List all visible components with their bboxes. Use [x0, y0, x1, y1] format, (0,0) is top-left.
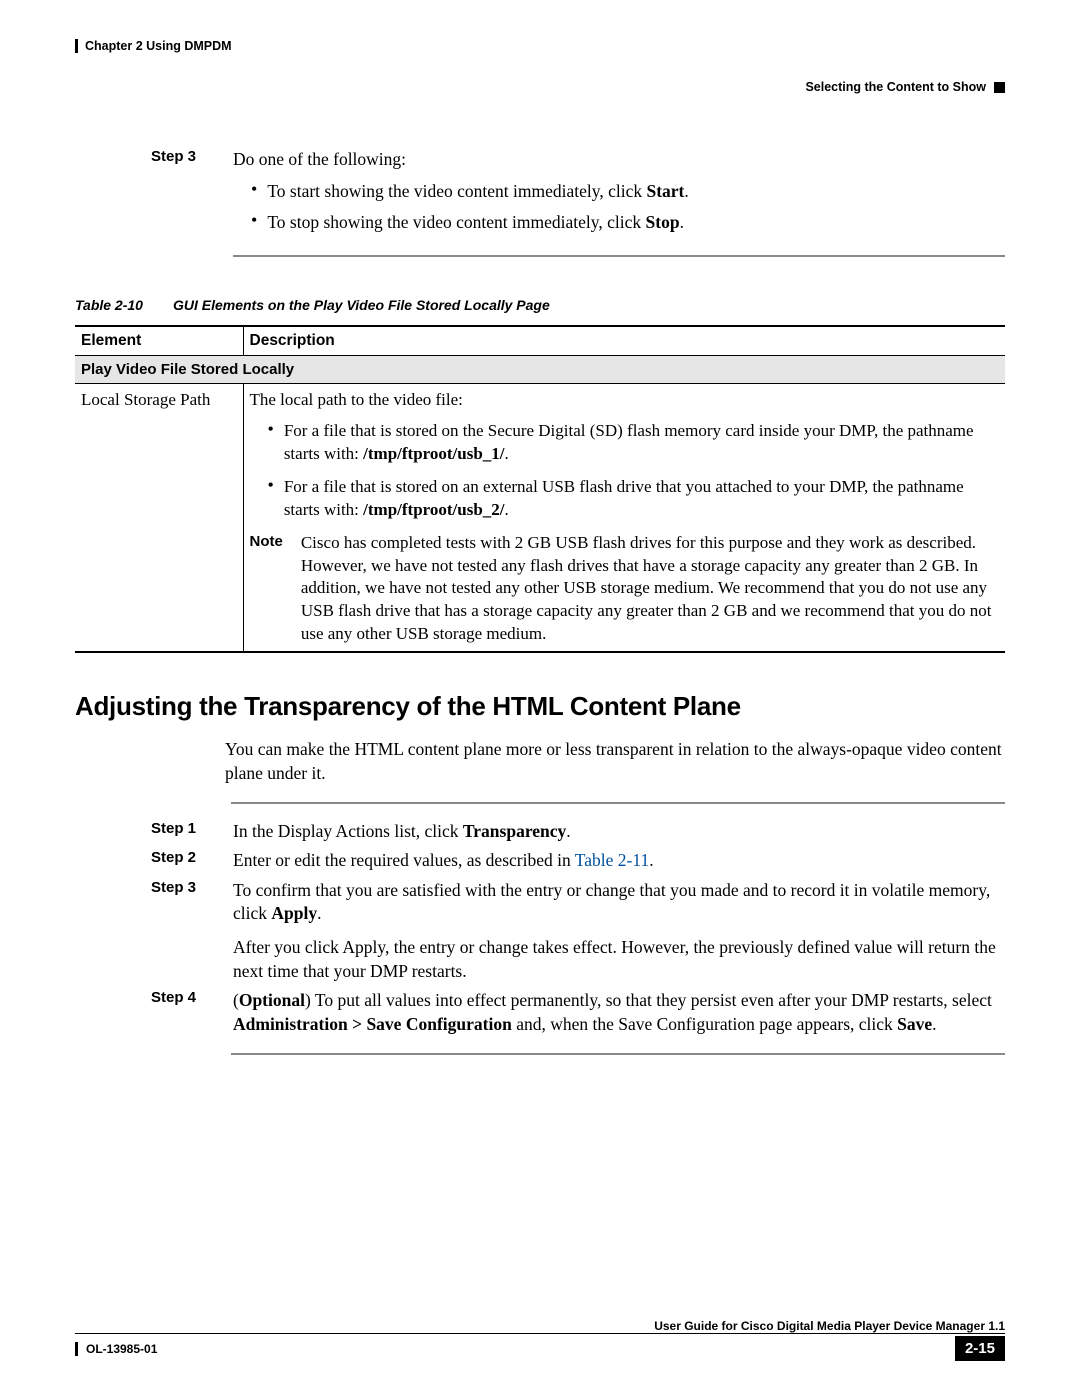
table-caption: Table 2-10 GUI Elements on the Play Vide… [75, 297, 1005, 313]
table-row: Local Storage Path The local path to the… [75, 383, 1005, 652]
intro-paragraph: You can make the HTML content plane more… [225, 738, 1005, 785]
header-left: Chapter 2 Using DMPDM [75, 39, 232, 53]
step1-body: In the Display Actions list, click Trans… [233, 820, 1005, 844]
bullet-text: To stop showing the video content immedi… [267, 211, 684, 235]
step3-intro: Do one of the following: [233, 149, 406, 169]
step1-label: Step 1 [151, 820, 211, 844]
note-label: Note [250, 532, 283, 647]
gui-elements-table: Element Description Play Video File Stor… [75, 325, 1005, 653]
step3b-after: After you click Apply, the entry or chan… [233, 937, 996, 981]
section-label: Selecting the Content to Show [805, 80, 986, 94]
step2-label: Step 2 [151, 849, 211, 873]
cell-description: The local path to the video file: • For … [243, 383, 1005, 652]
table-header-row: Element Description [75, 326, 1005, 356]
table-section-row: Play Video File Stored Locally [75, 355, 1005, 383]
step1-row: Step 1 In the Display Actions list, clic… [151, 820, 1005, 844]
step3-body: Do one of the following: • To start show… [233, 148, 1005, 243]
steps-transparency: Step 1 In the Display Actions list, clic… [151, 820, 1005, 1037]
bullet-icon: • [268, 476, 274, 522]
header-bar-icon [75, 39, 78, 53]
footer-docnum: OL-13985-01 [86, 1342, 157, 1356]
page-header: Chapter 2 Using DMPDM [75, 34, 1005, 58]
footer-bar-icon [75, 1342, 78, 1356]
rule-divider [231, 1053, 1005, 1055]
step3b-body: To confirm that you are satisfied with t… [233, 879, 1005, 984]
footer-left: OL-13985-01 [75, 1342, 157, 1356]
th-element: Element [75, 326, 243, 356]
cell-element: Local Storage Path [75, 383, 243, 652]
page-footer: User Guide for Cisco Digital Media Playe… [75, 1319, 1005, 1361]
bullet-text: To start showing the video content immed… [267, 180, 688, 204]
list-item: • To start showing the video content imm… [251, 180, 1005, 204]
note-row: Note Cisco has completed tests with 2 GB… [250, 532, 1000, 647]
bullet-icon: • [268, 420, 274, 466]
header-right: Selecting the Content to Show [805, 80, 1005, 94]
page-number-badge: 2-15 [955, 1336, 1005, 1361]
desc-bullets: • For a file that is stored on the Secur… [268, 420, 1000, 522]
table-section-label: Play Video File Stored Locally [75, 355, 1005, 383]
list-item: • For a file that is stored on an extern… [268, 476, 1000, 522]
step3-row: Step 3 Do one of the following: • To sta… [151, 148, 1005, 243]
footer-guide-title: User Guide for Cisco Digital Media Playe… [654, 1319, 1005, 1333]
note-text: Cisco has completed tests with 2 GB USB … [301, 532, 999, 647]
step3b-label: Step 3 [151, 879, 211, 984]
table-number: Table 2-10 [75, 297, 143, 313]
bullet-text: For a file that is stored on the Secure … [284, 420, 999, 466]
list-item: • For a file that is stored on the Secur… [268, 420, 1000, 466]
header-end-square-icon [994, 82, 1005, 93]
table-link[interactable]: Table 2-11 [575, 850, 649, 870]
desc-intro: The local path to the video file: [250, 390, 463, 409]
step3-bullets: • To start showing the video content imm… [251, 180, 1005, 235]
rule-divider [231, 802, 1005, 804]
step3b-row: Step 3 To confirm that you are satisfied… [151, 879, 1005, 984]
step4-body: (Optional) To put all values into effect… [233, 989, 1005, 1036]
step3-label: Step 3 [151, 148, 211, 243]
step-block-top: Step 3 Do one of the following: • To sta… [151, 148, 1005, 243]
bullet-icon: • [251, 180, 257, 204]
rule-divider [233, 255, 1005, 257]
step4-label: Step 4 [151, 989, 211, 1036]
step4-row: Step 4 (Optional) To put all values into… [151, 989, 1005, 1036]
step2-row: Step 2 Enter or edit the required values… [151, 849, 1005, 873]
table-title: GUI Elements on the Play Video File Stor… [173, 297, 550, 313]
chapter-label: Chapter 2 Using DMPDM [85, 39, 232, 53]
list-item: • To stop showing the video content imme… [251, 211, 1005, 235]
bullet-text: For a file that is stored on an external… [284, 476, 999, 522]
section-heading: Adjusting the Transparency of the HTML C… [75, 691, 1005, 722]
bullet-icon: • [251, 211, 257, 235]
step2-body: Enter or edit the required values, as de… [233, 849, 1005, 873]
th-description: Description [243, 326, 1005, 356]
page-content: Step 3 Do one of the following: • To sta… [75, 88, 1005, 1055]
